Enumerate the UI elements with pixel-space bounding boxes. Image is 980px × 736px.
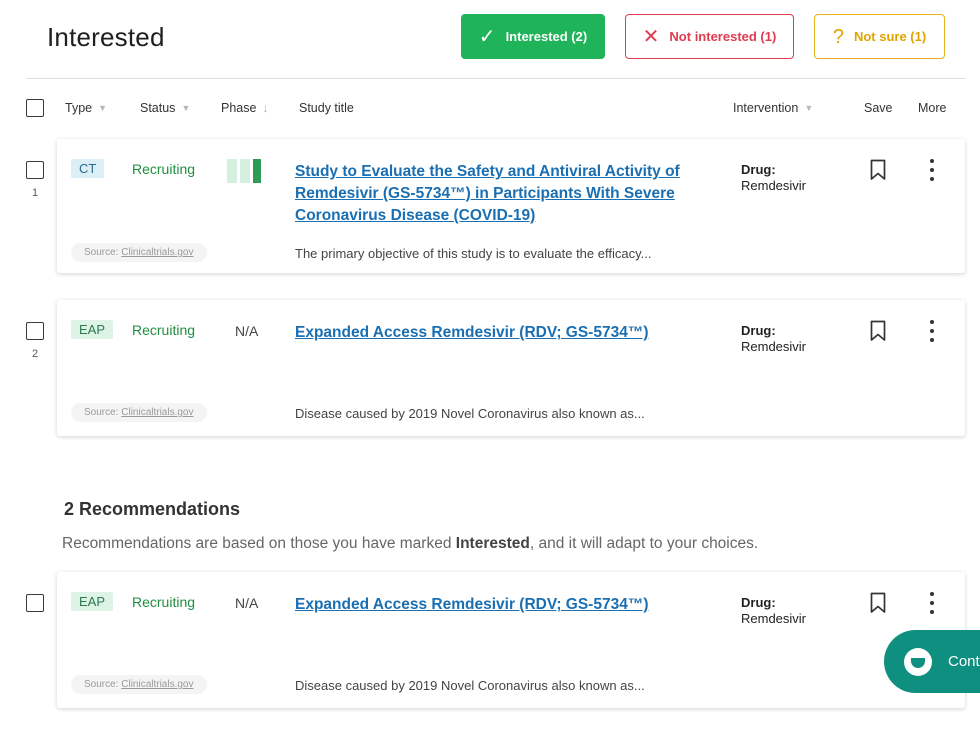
recommendations-title: 2 Recommendations	[64, 499, 241, 519]
row-number: 2	[32, 348, 39, 360]
interested-filter-button[interactable]: ✓ Interested (2)	[461, 14, 605, 59]
intervention-info: Drug: Remdesivir	[741, 162, 806, 194]
select-all-checkbox[interactable]	[26, 99, 44, 117]
bookmark-icon[interactable]	[870, 159, 886, 181]
question-icon: ?	[832, 25, 844, 48]
more-options-icon[interactable]	[927, 592, 937, 614]
not-sure-filter-label: Not sure (1)	[853, 29, 927, 44]
contact-label: Cont	[948, 653, 980, 670]
drug-name: Remdesivir	[741, 611, 807, 626]
study-title-link[interactable]: Expanded Access Remdesivir (RDV; GS-5734…	[295, 322, 715, 344]
type-badge: EAP	[71, 592, 114, 611]
source-link[interactable]: Clinicaltrials.gov	[121, 407, 193, 418]
drug-label: Drug:	[741, 323, 776, 338]
phase-label: N/A	[235, 323, 259, 339]
sort-caret-icon: ▼	[804, 103, 814, 113]
recommendations-subtitle-emphasis: Interested	[455, 535, 530, 552]
more-options-icon[interactable]	[927, 159, 937, 181]
more-options-icon[interactable]	[927, 320, 937, 342]
intervention-info: Drug: Remdesivir	[741, 323, 806, 355]
row-checkbox[interactable]	[26, 322, 44, 340]
study-card: EAP Recruiting N/A Expanded Access Remde…	[57, 572, 965, 708]
type-badge: CT	[71, 159, 105, 178]
source-prefix: Source:	[84, 247, 122, 258]
status-label: Recruiting	[132, 594, 196, 610]
drug-label: Drug:	[741, 162, 776, 177]
source-tag: Source: Clinicaltrials.gov	[71, 403, 207, 422]
save-column-header: Save	[864, 101, 893, 115]
recommendations-subtitle-text: Recommendations are based on those you h…	[62, 535, 456, 552]
phase-label: N/A	[235, 595, 259, 611]
not-interested-filter-label: Not interested (1)	[669, 29, 777, 44]
save-column-label: Save	[864, 101, 893, 115]
sort-caret-icon: ▼	[181, 103, 191, 113]
phase-column-header[interactable]: Phase ↓	[221, 101, 268, 115]
recommendations-subtitle: Recommendations are based on those you h…	[62, 535, 758, 553]
type-column-header[interactable]: Type ▼	[65, 101, 107, 115]
check-icon: ✓	[478, 25, 496, 48]
phase-indicator	[227, 159, 261, 183]
status-label: Recruiting	[132, 161, 196, 177]
x-icon: ✕	[642, 25, 660, 48]
study-card: EAP Recruiting N/A Expanded Access Remde…	[57, 300, 965, 436]
more-column-label: More	[918, 101, 947, 115]
study-title-column-header: Study title	[299, 101, 354, 115]
phase-column-label: Phase	[221, 101, 257, 115]
study-summary: Disease caused by 2019 Novel Coronavirus…	[295, 678, 645, 693]
row-checkbox[interactable]	[26, 594, 44, 612]
status-label: Recruiting	[132, 322, 196, 338]
study-card: CT Recruiting Study to Evaluate the Safe…	[57, 139, 965, 273]
not-sure-filter-button[interactable]: ? Not sure (1)	[814, 14, 945, 59]
source-prefix: Source:	[84, 679, 122, 690]
status-column-header[interactable]: Status ▼	[140, 101, 190, 115]
bookmark-icon[interactable]	[870, 320, 886, 342]
bookmark-icon[interactable]	[870, 592, 886, 614]
source-link[interactable]: Clinicaltrials.gov	[121, 247, 193, 258]
study-title-column-label: Study title	[299, 101, 354, 115]
intervention-info: Drug: Remdesivir	[741, 595, 806, 627]
status-column-label: Status	[140, 101, 176, 115]
table-header: Type ▼ Status ▼ Phase ↓ Study title Inte…	[0, 96, 980, 122]
interested-filter-label: Interested (2)	[505, 29, 588, 44]
drug-name: Remdesivir	[741, 178, 807, 193]
intervention-column-header[interactable]: Intervention ▼	[733, 101, 813, 115]
sort-caret-icon: ▼	[98, 103, 108, 113]
drug-label: Drug:	[741, 595, 776, 610]
study-title-link[interactable]: Study to Evaluate the Safety and Antivir…	[295, 161, 715, 227]
type-badge: EAP	[71, 320, 114, 339]
study-summary: The primary objective of this study is t…	[295, 246, 652, 261]
recommendations-subtitle-text: , and it will adapt to your choices.	[529, 535, 759, 552]
row-checkbox[interactable]	[26, 161, 44, 179]
row-number: 1	[32, 187, 39, 199]
source-prefix: Source:	[84, 407, 122, 418]
study-title-link[interactable]: Expanded Access Remdesivir (RDV; GS-5734…	[295, 594, 715, 616]
headset-icon	[904, 647, 932, 676]
header-divider	[26, 78, 966, 79]
intervention-column-label: Intervention	[733, 101, 799, 115]
contact-button[interactable]: Cont	[884, 630, 980, 693]
study-summary: Disease caused by 2019 Novel Coronavirus…	[295, 406, 645, 421]
arrow-down-icon: ↓	[262, 101, 269, 115]
type-column-label: Type	[65, 101, 93, 115]
not-interested-filter-button[interactable]: ✕ Not interested (1)	[625, 14, 794, 59]
drug-name: Remdesivir	[741, 339, 807, 354]
page-title: Interested	[47, 22, 165, 52]
source-tag: Source: Clinicaltrials.gov	[71, 243, 207, 262]
source-link[interactable]: Clinicaltrials.gov	[121, 679, 193, 690]
source-tag: Source: Clinicaltrials.gov	[71, 675, 207, 694]
more-column-header: More	[918, 101, 946, 115]
